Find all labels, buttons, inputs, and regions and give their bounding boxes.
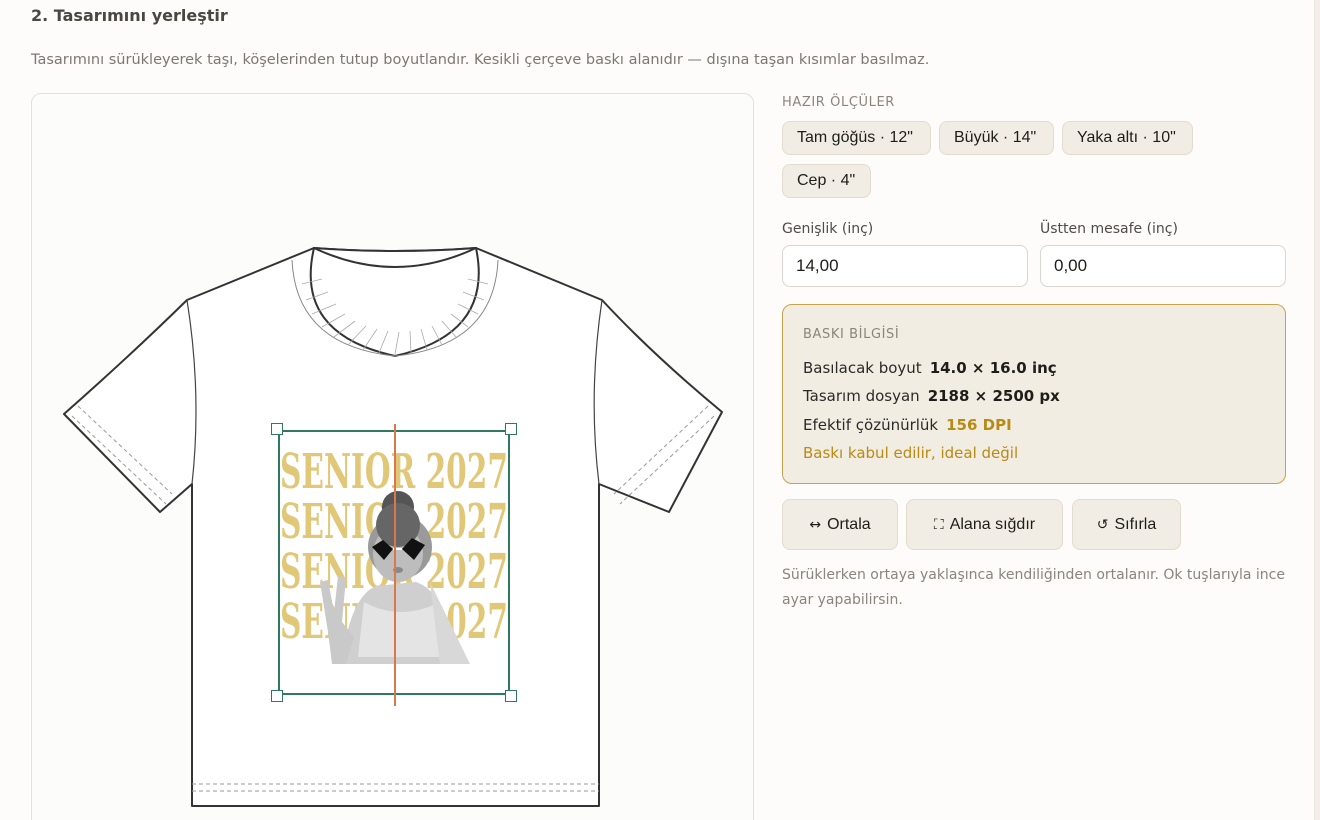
print-size-row: Basılacak boyut 14.0 × 16.0 inç [803, 359, 1057, 377]
center-guide-line [394, 424, 396, 706]
top-offset-label: Üstten mesafe (inç) [1040, 221, 1178, 237]
resize-handle-top-right[interactable] [505, 423, 517, 435]
design-file-value: 2188 × 2500 px [927, 387, 1060, 405]
page-right-edge [1314, 0, 1320, 820]
section-description: Tasarımını sürükleyerek taşı, köşelerind… [31, 52, 930, 68]
preset-large-button[interactable]: Büyük · 14" [939, 121, 1054, 155]
section-title: 2. Tasarımını yerleştir [31, 6, 228, 25]
print-size-value: 14.0 × 16.0 inç [929, 359, 1057, 377]
print-info-title: BASKI BİLGİSİ [803, 327, 900, 342]
resize-handle-bottom-right[interactable] [505, 690, 517, 702]
resize-handle-bottom-left[interactable] [271, 690, 283, 702]
reset-icon: ↺ [1096, 516, 1109, 533]
presets-label: HAZIR ÖLÇÜLER [782, 95, 895, 110]
center-button-label: Ortala [827, 515, 871, 533]
width-input[interactable] [782, 245, 1028, 287]
print-area-frame[interactable]: SENIOR 2027 SENIOR 2027 SENIOR 2027 SENIOR … [271, 423, 517, 706]
arrows-horizontal-icon: ↔ [809, 516, 822, 533]
resolution-row: Efektif çözünürlük 156 DPI [803, 416, 1012, 434]
preset-below-collar-button[interactable]: Yaka altı · 10" [1062, 121, 1193, 155]
design-file-row: Tasarım dosyan 2188 × 2500 px [803, 387, 1060, 405]
top-offset-input[interactable] [1040, 245, 1286, 287]
preset-pocket-button[interactable]: Cep · 4" [782, 164, 871, 198]
print-size-label: Basılacak boyut [803, 359, 922, 377]
resolution-value: 156 DPI [946, 416, 1012, 434]
center-button[interactable]: ↔ Ortala [782, 499, 898, 550]
resize-handle-top-left[interactable] [271, 423, 283, 435]
shirt-canvas[interactable]: SENIOR 2027 SENIOR 2027 SENIOR 2027 SENIOR … [31, 93, 754, 820]
reset-button[interactable]: ↺ Sıfırla [1072, 499, 1181, 550]
fit-frame-icon: ⛶ [933, 516, 944, 533]
design-file-label: Tasarım dosyan [803, 387, 920, 405]
preset-full-chest-button[interactable]: Tam göğüs · 12" [782, 121, 931, 155]
resolution-label: Efektif çözünürlük [803, 416, 939, 434]
quality-warning: Baskı kabul edilir, ideal değil [803, 444, 1019, 462]
reset-button-label: Sıfırla [1114, 515, 1157, 533]
fit-button-label: Alana sığdır [949, 515, 1036, 533]
fit-to-area-button[interactable]: ⛶ Alana sığdır [906, 499, 1063, 550]
width-label: Genişlik (inç) [782, 221, 874, 237]
placement-hint: Sürüklerken ortaya yaklaşınca kendiliğin… [782, 567, 1285, 608]
print-info-card: BASKI BİLGİSİ Basılacak boyut 14.0 × 16.0… [782, 304, 1286, 484]
